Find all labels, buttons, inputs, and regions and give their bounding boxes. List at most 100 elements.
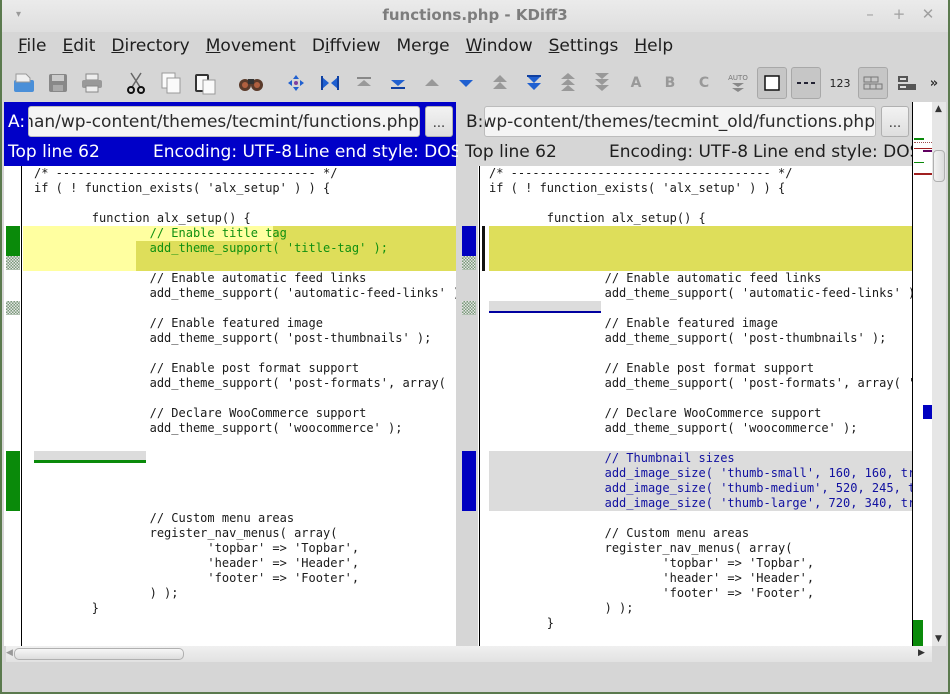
pane-a-browse-button[interactable]: ... <box>425 106 453 137</box>
pane-b-code-area[interactable]: /* ------------------------------------ … <box>462 166 912 646</box>
split-diff-button[interactable] <box>858 67 888 99</box>
menu-window[interactable]: Window <box>466 32 533 62</box>
horizontal-scrollbar[interactable]: ◀ ▶ <box>6 646 932 662</box>
show-whitespace-button[interactable] <box>791 67 821 99</box>
code-line: add_theme_support( 'woocommerce' ); <box>23 421 456 436</box>
code-line: add_theme_support( 'post-thumbnails' ); <box>23 331 456 346</box>
diff-marker-partial <box>6 301 20 315</box>
code-line: add_theme_support( 'automatic-feed-links… <box>23 286 456 301</box>
code-line: 'footer' => 'Footer', <box>23 571 456 586</box>
print-icon <box>82 73 102 93</box>
pane-a-path-text: man/wp-content/themes/tecmint/functions.… <box>28 112 419 132</box>
find-icon <box>239 79 263 91</box>
code-line: register_nav_menus( array( <box>489 541 912 556</box>
split-diff-icon <box>863 76 883 90</box>
menu-file[interactable]: File <box>18 32 46 62</box>
minimize-button[interactable]: – <box>860 5 880 23</box>
go-next-unsolved-icon <box>595 73 609 91</box>
code-line <box>489 256 912 271</box>
join-diffs-button[interactable] <box>893 68 921 98</box>
auto-advance-button[interactable]: AUTO <box>724 68 752 98</box>
select-b-button[interactable]: B <box>656 68 684 98</box>
diff-marker-partial <box>462 256 476 270</box>
copy-icon <box>161 72 181 94</box>
menu-merge[interactable]: Merge <box>397 32 450 62</box>
go-current-conflict-button[interactable] <box>316 68 344 98</box>
scroll-left-icon[interactable]: ◀ <box>6 648 13 658</box>
code-line: function alx_setup() { <box>23 211 456 226</box>
code-line-text: add_theme_support( 'automatic-feed-links… <box>489 286 912 300</box>
code-line: // Declare WooCommerce support <box>23 406 456 421</box>
close-button[interactable]: ✕ <box>918 5 938 23</box>
copy-button[interactable] <box>157 68 185 98</box>
code-line: ) ); <box>489 601 912 616</box>
pane-b-path-input[interactable]: /wp-content/themes/tecmint_old/functions… <box>484 106 876 137</box>
code-line-text: add_theme_support( 'title-tag' ); <box>34 241 389 255</box>
menu-settings[interactable]: Settings <box>549 32 619 62</box>
select-a-button[interactable]: A <box>622 68 650 98</box>
diff-marker <box>462 451 476 511</box>
menu-help[interactable]: Help <box>634 32 673 62</box>
code-line: add_theme_support( 'post-formats', array… <box>23 376 456 391</box>
select-c-button[interactable]: C <box>690 68 718 98</box>
diff-marker-partial <box>462 301 476 315</box>
pane-b-browse-button[interactable]: ... <box>881 106 909 137</box>
pane-a-line-end: Line end style: DOS <box>294 142 462 162</box>
show-whitespace-chars-button[interactable] <box>757 67 787 99</box>
cut-button[interactable] <box>122 68 150 98</box>
paste-button[interactable] <box>191 68 219 98</box>
menu-movement[interactable]: Movement <box>206 32 296 62</box>
save-button[interactable] <box>44 68 72 98</box>
code-line-text: // Enable automatic feed links <box>489 271 822 285</box>
diff-pane-b: B: /wp-content/themes/tecmint_old/functi… <box>462 102 920 646</box>
print-button[interactable] <box>78 68 106 98</box>
vertical-scrollbar[interactable]: ▲ ▼ <box>932 102 946 646</box>
code-line: // Enable featured image <box>489 316 912 331</box>
code-line: // Enable automatic feed links <box>23 271 456 286</box>
pane-b-line-end: Line end style: DOS <box>753 142 921 162</box>
missing-lines-placeholder <box>34 451 146 463</box>
code-line-text: /* ------------------------------------ … <box>34 166 338 180</box>
line-numbers-button[interactable]: 123 <box>826 68 854 98</box>
horizontal-scroll-thumb[interactable] <box>14 648 184 660</box>
pane-a-top-line: Top line 62 <box>8 142 100 162</box>
maximize-button[interactable]: + <box>889 5 909 23</box>
pane-a-path-input[interactable]: man/wp-content/themes/tecmint/functions.… <box>28 106 420 137</box>
code-line-text: if ( ! function_exists( 'alx_setup' ) ) … <box>489 181 786 195</box>
code-line: 'header' => 'Header', <box>489 571 912 586</box>
find-button[interactable] <box>237 68 265 98</box>
menu-diffview[interactable]: Diffview <box>312 32 381 62</box>
go-bottom-button[interactable] <box>384 68 412 98</box>
go-current-conflict-icon <box>321 76 339 90</box>
pane-b-code: /* ------------------------------------ … <box>489 166 912 646</box>
diff-overview-bar[interactable] <box>912 102 932 646</box>
pane-a-code: /* ------------------------------------ … <box>23 166 456 646</box>
open-button[interactable] <box>10 68 38 98</box>
menu-directory[interactable]: Directory <box>111 32 189 62</box>
go-current-delta-icon <box>288 75 304 91</box>
go-next-conflict-button[interactable] <box>520 68 548 98</box>
go-top-button[interactable] <box>350 68 378 98</box>
menu-edit[interactable]: Edit <box>62 32 95 62</box>
scroll-down-icon[interactable]: ▼ <box>935 634 942 644</box>
go-prev-delta-button[interactable] <box>418 68 446 98</box>
code-line-text: 'footer' => 'Footer', <box>489 586 815 600</box>
scroll-up-icon[interactable]: ▲ <box>935 104 942 114</box>
go-next-delta-button[interactable] <box>452 68 480 98</box>
toolbar-overflow-button[interactable]: » <box>926 68 942 98</box>
code-line-text: add_image_size( 'thumb-large', 720, 340,… <box>489 496 912 510</box>
go-prev-unsolved-button[interactable] <box>554 68 582 98</box>
diff-marker <box>6 451 20 511</box>
go-next-unsolved-button[interactable] <box>588 68 616 98</box>
pane-a-code-area[interactable]: /* ------------------------------------ … <box>4 166 456 646</box>
scroll-right-icon[interactable]: ▶ <box>918 648 925 658</box>
auto-label: AUTO <box>728 74 748 82</box>
vertical-scroll-thumb[interactable] <box>933 150 945 182</box>
code-line: // Enable post format support <box>489 361 912 376</box>
go-current-delta-button[interactable] <box>282 68 310 98</box>
diff-marker <box>462 226 476 256</box>
go-prev-conflict-button[interactable] <box>486 68 514 98</box>
